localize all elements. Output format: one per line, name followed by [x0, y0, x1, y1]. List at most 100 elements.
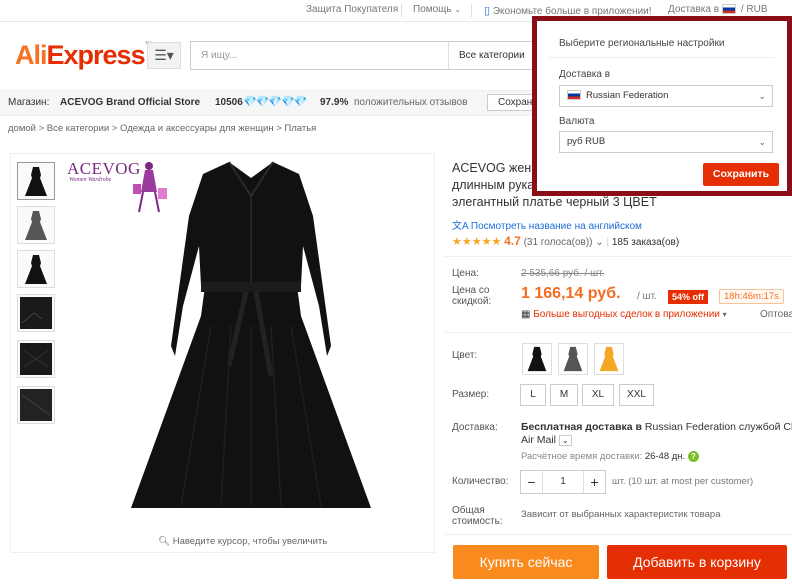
discount-price: 1 166,14 руб.: [521, 285, 621, 302]
app-deals-link[interactable]: ▦ Больше выгодных сделок в приложении ▾: [521, 309, 727, 320]
divider: [549, 57, 775, 58]
product-title-line: элегантный платье черный 3 ЦВЕТ: [452, 195, 657, 209]
breadcrumb-womens-clothing[interactable]: Одежда и аксессуары для женщин: [120, 123, 274, 134]
translate-title-link[interactable]: 文A Посмотреть название на английском: [452, 217, 642, 232]
thumbnail-detail-1[interactable]: [17, 294, 55, 332]
save-settings-button[interactable]: Сохранить: [703, 163, 779, 186]
breadcrumb-all-categories[interactable]: Все категории: [47, 123, 109, 134]
currency-label: / RUB: [740, 4, 768, 15]
main-product-image[interactable]: [121, 156, 381, 528]
help-menu[interactable]: Помощь ⌄: [413, 4, 461, 15]
rating-row: ★★★★★ 4.7 (31 голоса(ов)) ⌄ | 185 заказа…: [452, 234, 680, 248]
translate-icon: 文A: [452, 221, 469, 232]
quantity-note: шт. (10 шт. at most per customer): [612, 476, 754, 487]
thumbnail-black-dress-2[interactable]: [17, 250, 55, 288]
quantity-input[interactable]: 1: [543, 476, 583, 487]
popup-title: Выберите региональные настройки: [559, 38, 725, 49]
quantity-stepper: − 1 +: [520, 470, 606, 494]
discount-badge: 54% off: [668, 290, 709, 304]
shipping-service: службой Ch: [738, 421, 792, 433]
divider: [401, 4, 402, 17]
search-category-label: Все категории: [459, 50, 525, 61]
chevron-down-icon: ▾: [722, 310, 727, 319]
discount-price-label-1: Цена со: [452, 285, 490, 296]
currency-label: Валюта: [559, 116, 595, 127]
size-option-l[interactable]: L: [520, 384, 546, 406]
app-deals-label: Больше выгодных сделок в приложении: [533, 309, 720, 320]
chevron-down-icon: ⌄: [758, 137, 766, 147]
thumbnail-black-dress[interactable]: [17, 162, 55, 200]
price-label: Цена:: [452, 268, 479, 279]
shipping-method: Air Mail: [521, 434, 557, 446]
ship-to-select[interactable]: Russian Federation ⌄: [559, 85, 773, 107]
search-box[interactable]: Я ищу... Все категории: [190, 41, 550, 70]
discount-price-label-2: скидкой:: [452, 296, 492, 307]
total-label-2: стоимость:: [452, 516, 503, 527]
breadcrumb: домой > Все категории > Одежда и аксессу…: [8, 123, 317, 134]
shipping-country: Russian Federation: [644, 421, 736, 433]
wholesale-link[interactable]: Оптова: [760, 309, 792, 320]
size-option-xxl[interactable]: XXL: [619, 384, 654, 406]
chevron-down-icon: ⌄: [558, 435, 572, 446]
color-swatch-grey[interactable]: [558, 343, 588, 375]
ship-to-value: Russian Federation: [586, 90, 669, 101]
categories-menu-button[interactable]: ☰▾: [147, 42, 181, 69]
store-rating-percent: 97.9%: [320, 97, 349, 108]
magnifier-icon: 🔍︎: [158, 536, 171, 547]
search-input[interactable]: Я ищу...: [201, 50, 237, 61]
chevron-down-icon: ⌄: [595, 237, 604, 248]
thumbnail-grey-dress[interactable]: [17, 206, 55, 244]
thumbnail-detail-3[interactable]: [17, 386, 55, 424]
regional-settings-popup: Выберите региональные настройки Доставка…: [532, 16, 792, 196]
shipping-label: Доставка:: [452, 422, 498, 433]
store-label: Магазин:: [8, 97, 50, 108]
color-swatch-black[interactable]: [522, 343, 552, 375]
quantity-decrease-button[interactable]: −: [521, 471, 543, 493]
votes-link[interactable]: (31 голоса(ов)): [524, 237, 593, 248]
shipping-method-select[interactable]: Air Mail ⌄: [521, 434, 572, 446]
size-label: Размер:: [452, 389, 490, 400]
size-option-xl[interactable]: XL: [582, 384, 614, 406]
divider: [445, 256, 792, 257]
aliexpress-logo[interactable]: AliExpress™: [15, 40, 153, 71]
store-name-link[interactable]: ACEVOG Brand Official Store: [60, 97, 200, 108]
color-swatch-yellow[interactable]: [594, 343, 624, 375]
buy-now-button[interactable]: Купить сейчас: [453, 545, 599, 579]
brand-logo-subtext: Women Wardrobe: [69, 177, 112, 183]
shipping-info: Бесплатная доставка в Russian Federation…: [521, 421, 792, 433]
add-to-cart-button[interactable]: Добавить в корзину: [607, 545, 787, 579]
zoom-hint-label: Наведите курсор, чтобы увеличить: [172, 536, 328, 547]
breadcrumb-dresses[interactable]: Платья: [284, 123, 316, 134]
countdown-timer: 18h:46m:17s: [719, 289, 784, 304]
total-price-text: Зависит от выбранных характеристик товар…: [521, 509, 721, 520]
chevron-down-icon: ⌄: [454, 5, 462, 14]
divider: [471, 4, 472, 17]
store-rating-text: положительных отзывов: [354, 97, 468, 108]
product-gallery: ACEVOG Women Wardrobe 🔍︎ Наведите курсор…: [10, 153, 435, 553]
orders-count: 185 заказа(ов): [611, 237, 680, 248]
old-price: 2 535,66 руб. / шт.: [521, 268, 605, 279]
breadcrumb-home[interactable]: домой: [8, 123, 36, 134]
delivery-time-value: 26-48 дн.: [644, 451, 686, 462]
ship-to-menu[interactable]: Доставка в / RUB: [668, 4, 768, 15]
store-score: 10506: [215, 97, 243, 108]
rating-value: 4.7: [504, 234, 521, 248]
free-shipping-text: Бесплатная доставка в: [521, 421, 642, 433]
quantity-label: Количество:: [452, 476, 509, 487]
quantity-increase-button[interactable]: +: [583, 471, 605, 493]
thumbnail-detail-2[interactable]: [17, 340, 55, 378]
hamburger-icon: ☰▾: [154, 47, 174, 63]
buyer-protection-link[interactable]: Защита Покупателя: [306, 4, 398, 15]
translate-title-label: Посмотреть название на английском: [470, 221, 642, 232]
russia-flag-icon: [567, 90, 581, 101]
ship-to-label: Доставка в: [668, 4, 720, 15]
zoom-hint: 🔍︎ Наведите курсор, чтобы увеличить: [158, 536, 327, 547]
help-icon[interactable]: ?: [687, 451, 699, 462]
russia-flag-icon: [721, 4, 736, 15]
currency-value: руб RUB: [567, 136, 606, 147]
size-option-m[interactable]: M: [550, 384, 578, 406]
currency-select[interactable]: руб RUB ⌄: [559, 131, 773, 153]
divider: [445, 534, 792, 535]
help-label: Помощь: [413, 4, 452, 15]
diamond-rating-icon: 💎💎💎💎💎: [243, 96, 307, 108]
